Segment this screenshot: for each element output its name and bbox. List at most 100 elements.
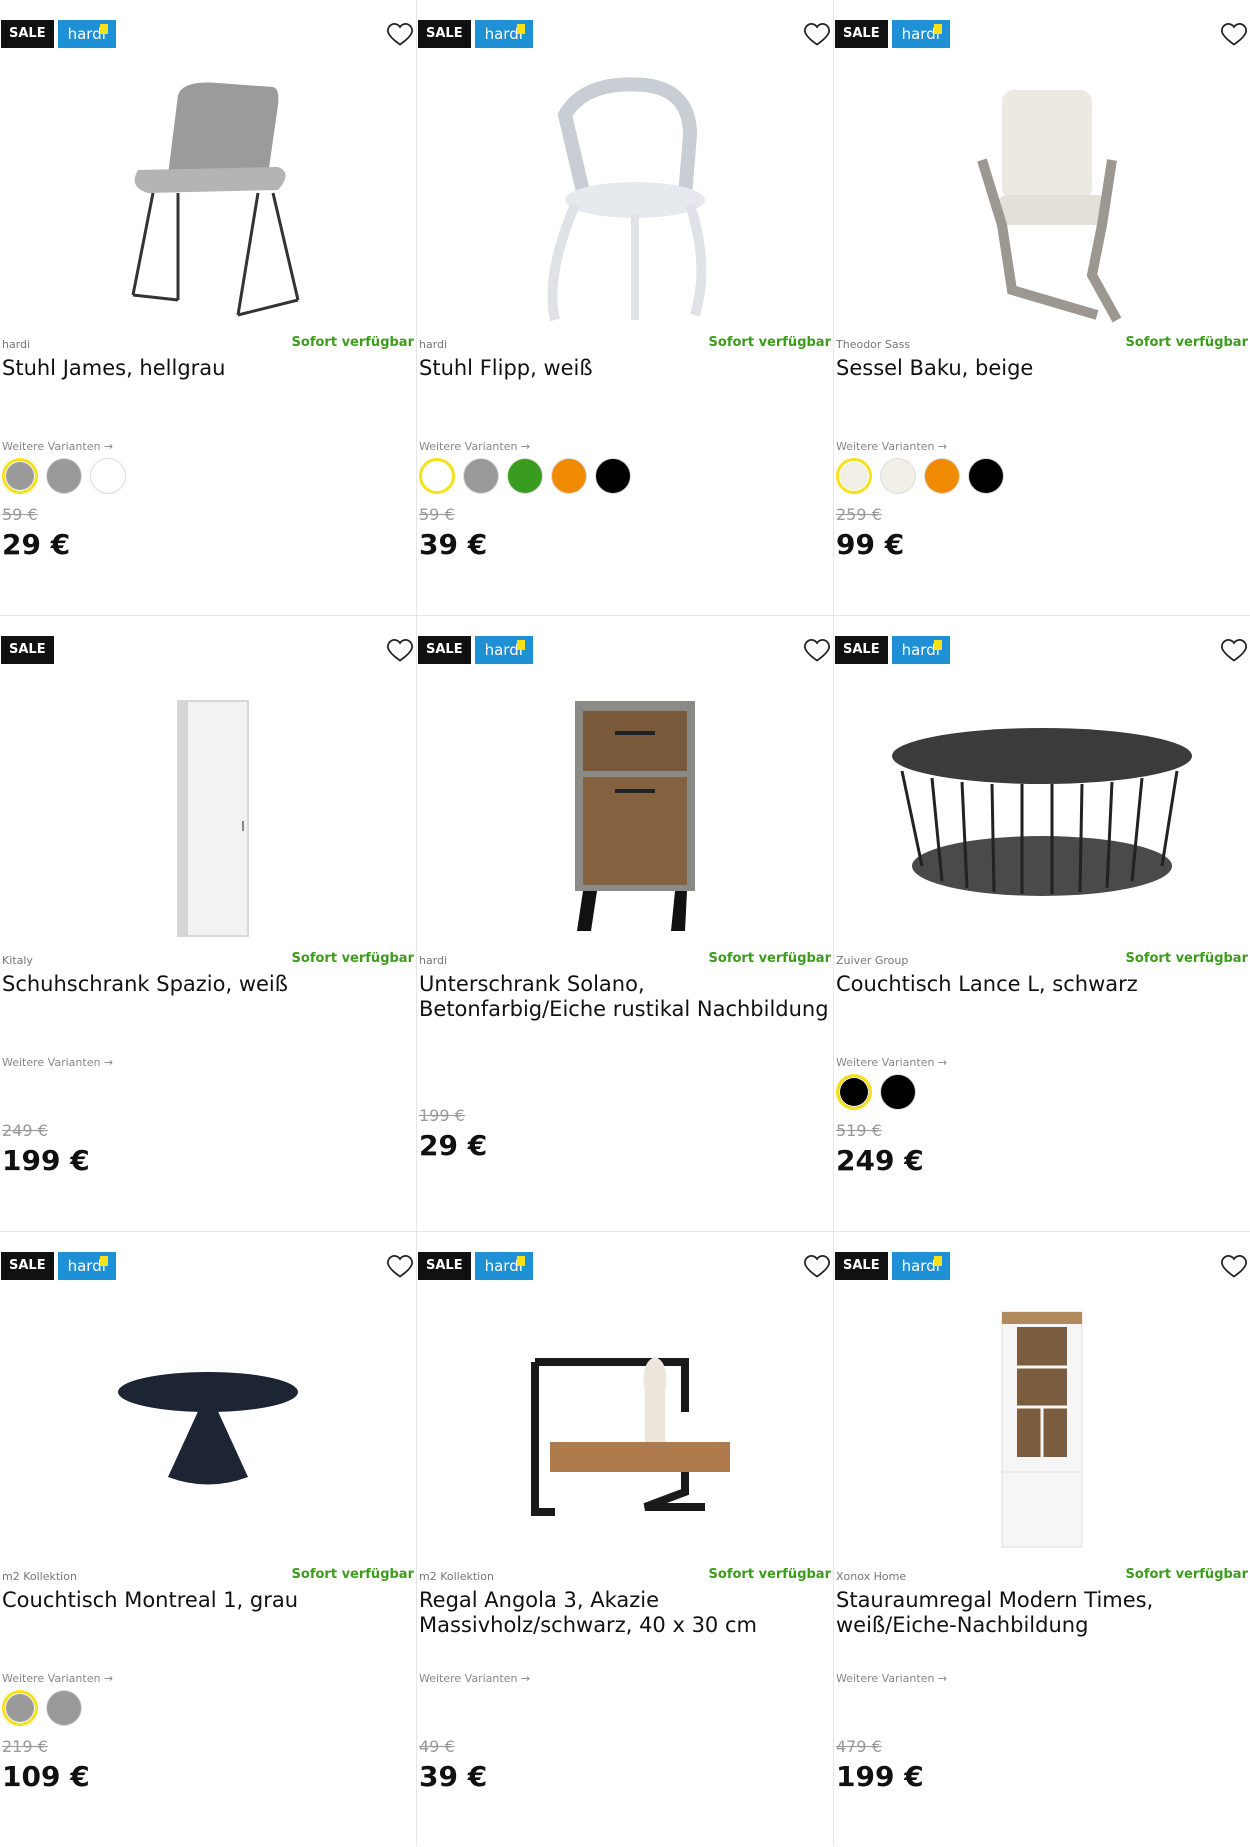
badges: SALE hardi [1,1252,116,1280]
product-card[interactable]: SALE hardi hardi Sofort verfügbar Stuhl … [417,0,833,615]
availability: Sofort verfügbar [1125,335,1248,350]
sale-badge: SALE [1,20,54,48]
heart-icon[interactable] [1220,636,1248,664]
heart-icon[interactable] [386,20,414,48]
sale-badge: SALE [1,1252,54,1280]
product-card[interactable]: SALE Kitaly Sofort verfügbar Schuhschran… [0,616,416,1231]
product-title[interactable]: Stuhl James, hellgrau [2,356,412,381]
variants-link[interactable]: Weitere Varianten → [419,1672,530,1685]
color-swatch[interactable] [551,458,587,494]
heart-icon[interactable] [1220,20,1248,48]
variants-link[interactable]: Weitere Varianten → [836,440,947,453]
color-swatch[interactable] [46,458,82,494]
product-title[interactable]: Regal Angola 3, Akazie Massivholz/schwar… [419,1588,829,1638]
color-swatch[interactable] [924,458,960,494]
product-card[interactable]: SALE hardi m2 Kollektion Sofort verfügba… [0,1232,416,1847]
price: 109 € [2,1760,90,1793]
old-price: 249 € [2,1121,48,1140]
brand: hardi [419,954,448,967]
heart-icon[interactable] [803,636,831,664]
badges: SALE hardi [835,20,950,48]
product-card[interactable]: SALE hardi m2 Kollektion Sofort verfügba… [417,1232,833,1847]
color-swatch[interactable] [2,458,38,494]
badges: SALE [1,636,54,664]
color-swatch[interactable] [2,1690,38,1726]
old-price: 479 € [836,1737,882,1756]
hardi-badge: hardi [474,20,533,48]
sale-badge: SALE [835,20,888,48]
product-card[interactable]: SALE hardi hardi Sofort verfügbar Stuhl … [0,0,416,615]
color-swatches [836,1074,916,1110]
brand: hardi [2,338,31,351]
price: 39 € [419,528,488,561]
color-swatch[interactable] [90,458,126,494]
color-swatch[interactable] [595,458,631,494]
product-image[interactable] [874,1302,1210,1562]
variants-link[interactable]: Weitere Varianten → [419,440,530,453]
badges: SALE hardi [835,1252,950,1280]
availability: Sofort verfügbar [1125,951,1248,966]
heart-icon[interactable] [386,636,414,664]
color-swatches [836,458,1004,494]
price: 29 € [419,1129,488,1162]
sale-badge: SALE [418,1252,471,1280]
variants-link[interactable]: Weitere Varianten → [836,1056,947,1069]
product-title[interactable]: Schuhschrank Spazio, weiß [2,972,412,997]
color-swatch[interactable] [968,458,1004,494]
sale-badge: SALE [1,636,54,664]
variants-link[interactable]: Weitere Varianten → [2,440,113,453]
product-card[interactable]: SALE hardi hardi Sofort verfügbar Unters… [417,616,833,1231]
brand: Xonox Home [836,1570,907,1583]
availability: Sofort verfügbar [1125,1567,1248,1582]
variants-link[interactable]: Weitere Varianten → [2,1056,113,1069]
heart-icon[interactable] [803,1252,831,1280]
color-swatch[interactable] [419,458,455,494]
sale-badge: SALE [835,636,888,664]
product-image[interactable] [40,70,376,330]
price: 29 € [2,528,71,561]
product-image[interactable] [40,686,376,946]
price: 99 € [836,528,905,561]
product-image[interactable] [457,70,793,330]
color-swatch[interactable] [463,458,499,494]
sale-badge: SALE [418,636,471,664]
color-swatch[interactable] [836,458,872,494]
color-swatches [2,458,126,494]
product-title[interactable]: Sessel Baku, beige [836,356,1246,381]
heart-icon[interactable] [1220,1252,1248,1280]
color-swatch[interactable] [836,1074,872,1110]
product-card[interactable]: SALE hardi Zuiver Group Sofort verfügbar… [834,616,1250,1231]
variants-link[interactable]: Weitere Varianten → [836,1672,947,1685]
product-title[interactable]: Couchtisch Montreal 1, grau [2,1588,412,1613]
product-card[interactable]: SALE hardi Xonox Home Sofort verfügbar S… [834,1232,1250,1847]
old-price: 59 € [419,505,455,524]
color-swatch[interactable] [880,458,916,494]
color-swatch[interactable] [880,1074,916,1110]
brand: m2 Kollektion [419,1570,494,1583]
product-image[interactable] [457,686,793,946]
old-price: 219 € [2,1737,48,1756]
price: 249 € [836,1144,924,1177]
product-image[interactable] [874,70,1210,330]
color-swatch[interactable] [46,1690,82,1726]
product-image[interactable] [40,1302,376,1562]
product-title[interactable]: Stuhl Flipp, weiß [419,356,829,381]
product-title[interactable]: Stauraumregal Modern Times, weiß/Eiche-N… [836,1588,1246,1638]
hardi-badge: hardi [474,636,533,664]
product-grid: SALE hardi hardi Sofort verfügbar Stuhl … [0,0,1250,1847]
product-title[interactable]: Unterschrank Solano, Betonfarbig/Eiche r… [419,972,829,1022]
product-card[interactable]: SALE hardi Theodor Sass Sofort verfügbar… [834,0,1250,615]
brand: m2 Kollektion [2,1570,77,1583]
old-price: 259 € [836,505,882,524]
color-swatches [419,458,631,494]
color-swatches [2,1690,82,1726]
product-image[interactable] [874,686,1210,946]
old-price: 59 € [2,505,38,524]
heart-icon[interactable] [803,20,831,48]
old-price: 199 € [419,1106,465,1125]
product-image[interactable] [457,1302,793,1562]
heart-icon[interactable] [386,1252,414,1280]
color-swatch[interactable] [507,458,543,494]
variants-link[interactable]: Weitere Varianten → [2,1672,113,1685]
product-title[interactable]: Couchtisch Lance L, schwarz [836,972,1246,997]
